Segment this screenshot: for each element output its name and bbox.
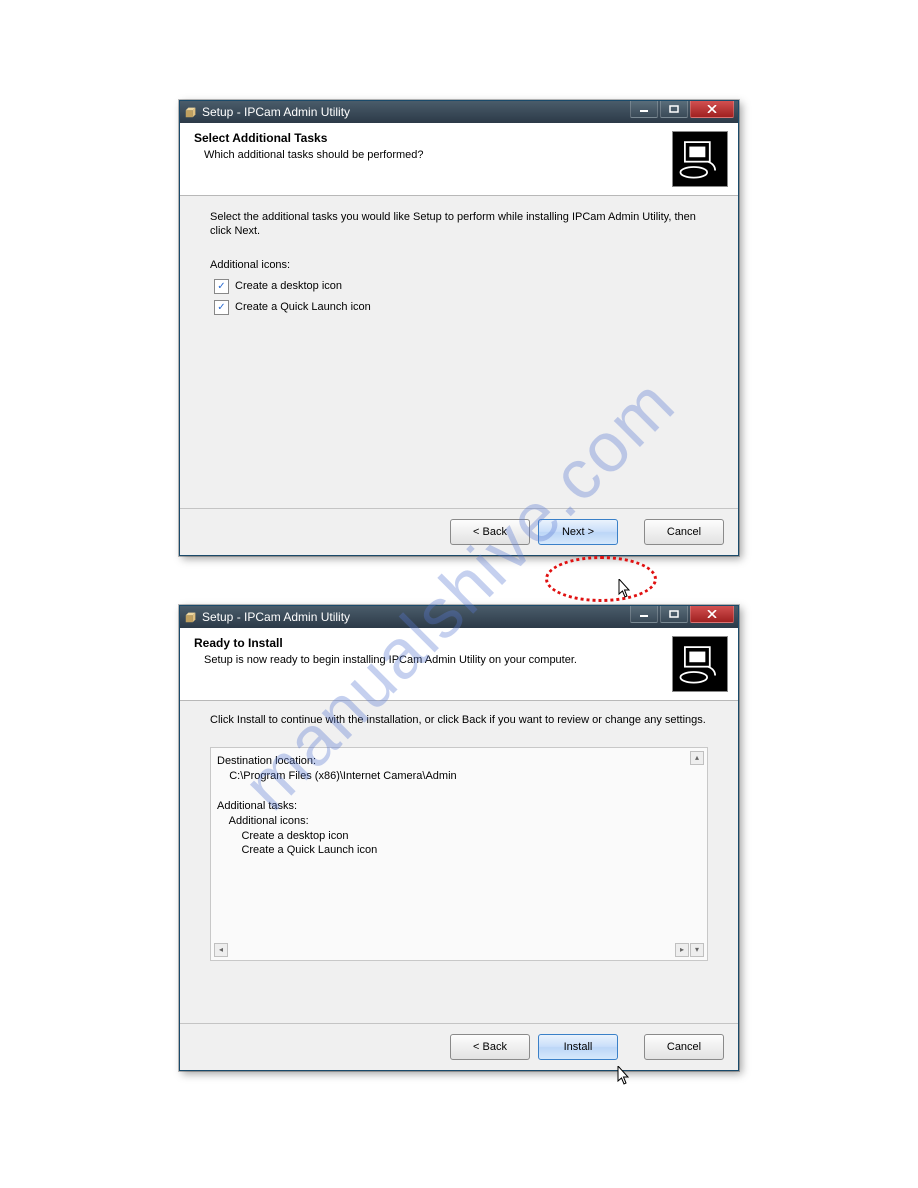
wizard-header: Ready to Install Setup is now ready to b… xyxy=(180,628,738,701)
scroll-down-icon[interactable]: ▾ xyxy=(690,943,704,957)
close-button[interactable] xyxy=(690,101,734,118)
close-button[interactable] xyxy=(690,606,734,623)
scrollbar-vertical[interactable]: ▴ ▾ xyxy=(690,751,704,957)
instruction-text: Select the additional tasks you would li… xyxy=(210,210,708,239)
summary-textbox: Destination location: C:\Program Files (… xyxy=(210,747,708,961)
minimize-button[interactable] xyxy=(630,101,658,118)
cursor-icon xyxy=(618,579,632,599)
install-button[interactable]: Install xyxy=(538,1034,618,1060)
page-title: Ready to Install xyxy=(194,636,666,650)
wizard-banner-icon xyxy=(672,131,728,187)
checkbox-quick-launch-icon-label: Create a Quick Launch icon xyxy=(235,301,371,313)
cancel-button[interactable]: Cancel xyxy=(644,1034,724,1060)
window-title: Setup - IPCam Admin Utility xyxy=(202,105,350,119)
checkbox-desktop-icon[interactable]: ✓ xyxy=(214,279,229,294)
minimize-button[interactable] xyxy=(630,606,658,623)
setup-icon xyxy=(184,610,198,624)
back-button[interactable]: < Back xyxy=(450,1034,530,1060)
page-subtitle: Setup is now ready to begin installing I… xyxy=(204,654,666,666)
dialog-ready-to-install: Setup - IPCam Admin Utility Ready to Ins… xyxy=(179,605,739,1071)
checkbox-desktop-icon-label: Create a desktop icon xyxy=(235,280,342,292)
checkbox-quick-launch-icon[interactable]: ✓ xyxy=(214,300,229,315)
annotation-highlight-oval xyxy=(545,556,657,602)
scroll-up-icon[interactable]: ▴ xyxy=(690,751,704,765)
scroll-left-icon[interactable]: ◂ xyxy=(214,943,228,957)
scroll-right-icon[interactable]: ▸ xyxy=(675,943,689,957)
setup-icon xyxy=(184,105,198,119)
cancel-button[interactable]: Cancel xyxy=(644,519,724,545)
section-label: Additional icons: xyxy=(210,259,708,271)
maximize-button[interactable] xyxy=(660,101,688,118)
instruction-text: Click Install to continue with the insta… xyxy=(210,713,708,727)
page-subtitle: Which additional tasks should be perform… xyxy=(204,149,666,161)
wizard-banner-icon xyxy=(672,636,728,692)
summary-content: Destination location: C:\Program Files (… xyxy=(217,754,701,858)
back-button[interactable]: < Back xyxy=(450,519,530,545)
maximize-button[interactable] xyxy=(660,606,688,623)
next-button[interactable]: Next > xyxy=(538,519,618,545)
page-title: Select Additional Tasks xyxy=(194,131,666,145)
titlebar[interactable]: Setup - IPCam Admin Utility xyxy=(180,606,738,628)
titlebar[interactable]: Setup - IPCam Admin Utility xyxy=(180,101,738,123)
window-title: Setup - IPCam Admin Utility xyxy=(202,610,350,624)
dialog-select-additional-tasks: Setup - IPCam Admin Utility Select Addit… xyxy=(179,100,739,556)
wizard-header: Select Additional Tasks Which additional… xyxy=(180,123,738,196)
scrollbar-horizontal[interactable]: ◂ ▸ xyxy=(214,943,689,957)
